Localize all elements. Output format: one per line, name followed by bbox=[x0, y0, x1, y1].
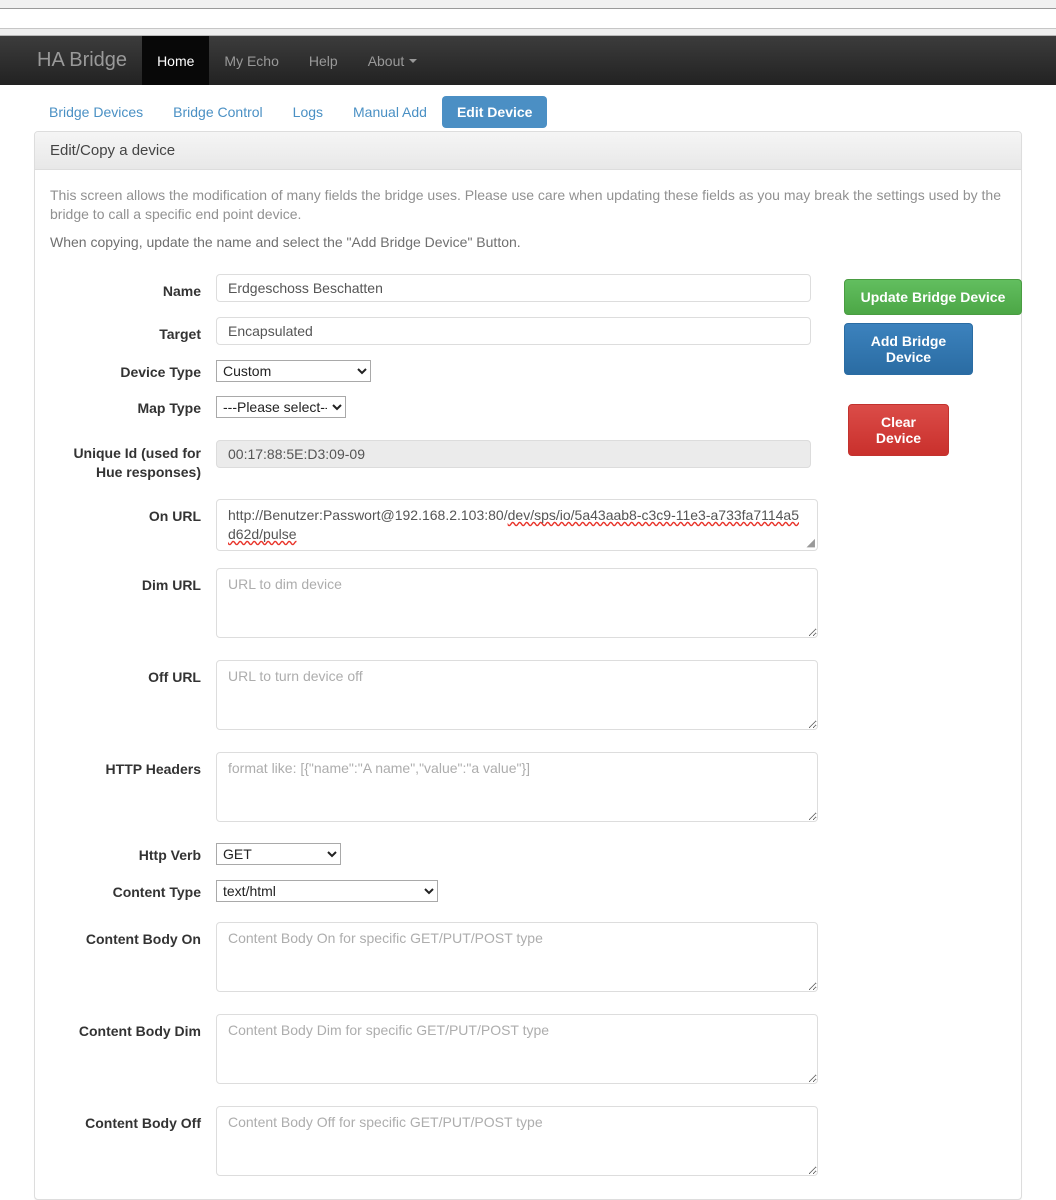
http-verb-select[interactable]: GET bbox=[216, 843, 341, 865]
on-url-textarea[interactable]: http://Benutzer:Passwort@192.168.2.103:8… bbox=[216, 499, 818, 551]
label-content-body-dim: Content Body Dim bbox=[78, 1023, 201, 1039]
label-http-headers: HTTP Headers bbox=[105, 761, 201, 777]
form-row-on-url: On URL http://Benutzer:Passwort@192.168.… bbox=[50, 499, 1006, 551]
resize-handle-icon[interactable]: ◢ bbox=[807, 536, 815, 549]
nav-item-my-echo[interactable]: My Echo bbox=[209, 36, 293, 85]
edit-device-panel: Edit/Copy a device This screen allows th… bbox=[34, 131, 1022, 1200]
form-row-off-url: Off URL bbox=[50, 660, 1006, 735]
form-row-http-headers: HTTP Headers bbox=[50, 752, 1006, 827]
browser-chrome-white-strip bbox=[0, 9, 1056, 29]
form-row-http-verb: Http Verb GET bbox=[50, 843, 1006, 865]
content-body-off-textarea[interactable] bbox=[216, 1106, 818, 1176]
nav-item-home[interactable]: Home bbox=[142, 36, 210, 85]
label-target: Target bbox=[159, 326, 201, 342]
nav-item-about-label: About bbox=[367, 52, 405, 69]
target-input[interactable] bbox=[216, 317, 811, 345]
label-http-verb: Http Verb bbox=[138, 847, 201, 863]
name-input[interactable] bbox=[216, 274, 811, 302]
panel-body: This screen allows the modification of m… bbox=[35, 170, 1022, 1199]
clear-device-button[interactable]: Clear Device bbox=[848, 404, 949, 457]
tab-bridge-control[interactable]: Bridge Control bbox=[158, 96, 278, 128]
intro-paragraph-1: This screen allows the modification of m… bbox=[50, 187, 1001, 222]
off-url-textarea[interactable] bbox=[216, 660, 818, 730]
browser-chrome-gray-strip bbox=[0, 29, 1056, 36]
content-type-select[interactable]: text/html bbox=[216, 880, 438, 902]
add-bridge-device-button[interactable]: Add Bridge Device bbox=[844, 323, 973, 376]
http-headers-textarea[interactable] bbox=[216, 752, 818, 822]
form-row-content-body-on: Content Body On bbox=[50, 922, 1006, 997]
tab-logs[interactable]: Logs bbox=[278, 96, 338, 128]
label-name: Name bbox=[162, 283, 201, 299]
label-content-type: Content Type bbox=[112, 884, 201, 900]
label-on-url: On URL bbox=[148, 508, 201, 524]
on-url-value-plain: http://Benutzer:Passwort@192.168.2.103:8… bbox=[228, 507, 508, 523]
tab-edit-device[interactable]: Edit Device bbox=[441, 95, 548, 128]
page-container: Bridge Devices Bridge Control Logs Manua… bbox=[0, 85, 1056, 1200]
form-row-content-type: Content Type text/html bbox=[50, 880, 1006, 902]
content-body-on-textarea[interactable] bbox=[216, 922, 818, 992]
update-bridge-device-button[interactable]: Update Bridge Device bbox=[844, 279, 1022, 316]
nav-item-about[interactable]: About bbox=[353, 36, 433, 85]
content-body-dim-textarea[interactable] bbox=[216, 1014, 818, 1084]
map-type-select[interactable]: ---Please select--- bbox=[216, 396, 346, 418]
secondary-tab-bar: Bridge Devices Bridge Control Logs Manua… bbox=[34, 85, 1036, 128]
label-content-body-off: Content Body Off bbox=[85, 1115, 201, 1131]
edit-device-form: Update Bridge Device Add Bridge Device C… bbox=[50, 274, 1022, 1181]
label-dim-url: Dim URL bbox=[141, 577, 201, 593]
device-type-select[interactable]: Custom bbox=[216, 360, 371, 382]
browser-chrome-top-strip bbox=[0, 0, 1056, 9]
panel-heading: Edit/Copy a device bbox=[35, 132, 1021, 170]
form-row-dim-url: Dim URL bbox=[50, 568, 1006, 643]
dim-url-textarea[interactable] bbox=[216, 568, 818, 638]
label-unique-id: Unique Id (used for Hue responses) bbox=[73, 445, 201, 480]
nav-item-help[interactable]: Help bbox=[294, 36, 353, 85]
chevron-down-icon bbox=[409, 58, 418, 63]
tab-bridge-devices[interactable]: Bridge Devices bbox=[34, 96, 158, 128]
label-map-type: Map Type bbox=[137, 400, 201, 416]
tab-manual-add[interactable]: Manual Add bbox=[338, 96, 442, 128]
unique-id-input bbox=[216, 440, 811, 468]
form-row-content-body-dim: Content Body Dim bbox=[50, 1014, 1006, 1089]
label-off-url: Off URL bbox=[148, 669, 201, 685]
navbar-brand[interactable]: HA Bridge bbox=[22, 36, 142, 85]
intro-paragraph-2: When copying, update the name and select… bbox=[50, 234, 521, 250]
navbar-nav-list: Home My Echo Help About bbox=[142, 36, 432, 85]
label-content-body-on: Content Body On bbox=[85, 931, 201, 947]
main-navbar: HA Bridge Home My Echo Help About bbox=[0, 36, 1056, 85]
form-row-content-body-off: Content Body Off bbox=[50, 1106, 1006, 1181]
label-device-type: Device Type bbox=[120, 364, 201, 380]
